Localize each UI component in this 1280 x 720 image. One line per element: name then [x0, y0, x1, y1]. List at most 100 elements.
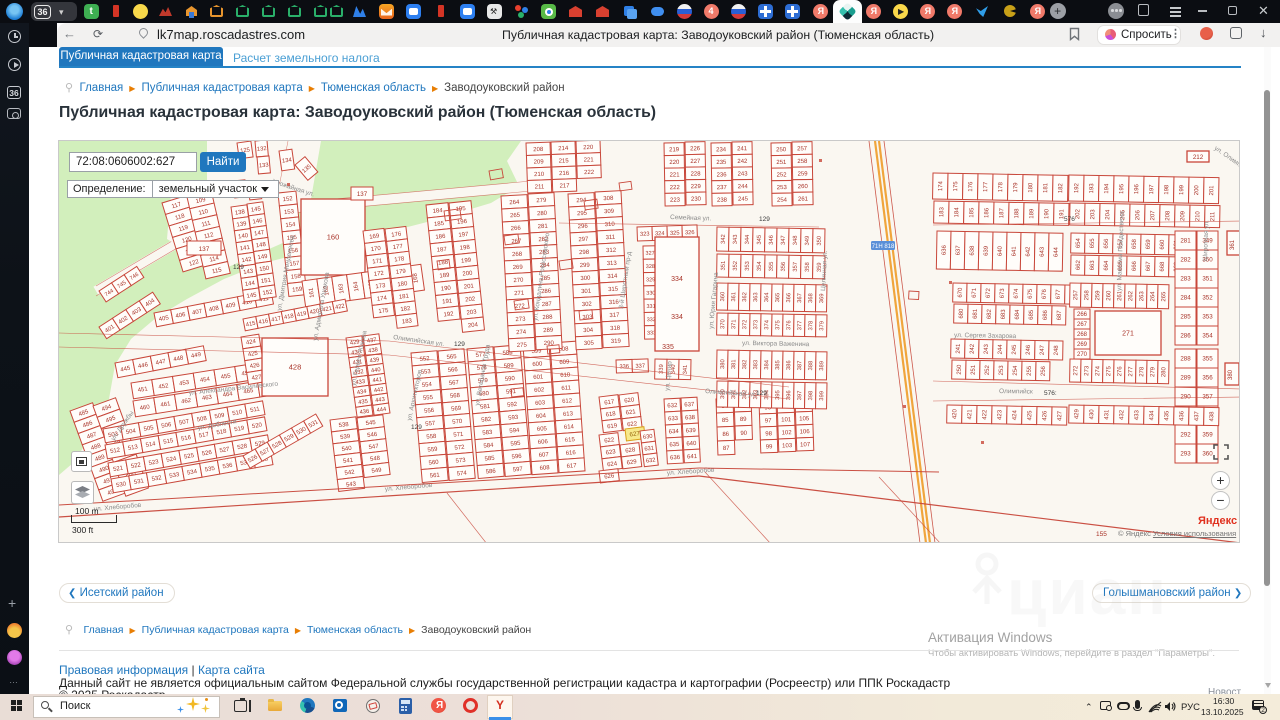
svg-text:355: 355	[1202, 356, 1213, 363]
svg-text:639: 639	[686, 428, 697, 435]
svg-text:286: 286	[1180, 333, 1191, 340]
svg-text:200: 200	[462, 271, 473, 278]
svg-text:420: 420	[952, 408, 958, 419]
svg-text:252: 252	[985, 364, 991, 375]
svg-text:202: 202	[1075, 208, 1081, 219]
svg-text:243: 243	[738, 171, 749, 177]
svg-text:367: 367	[797, 293, 803, 303]
svg-text:434: 434	[1149, 410, 1155, 421]
svg-text:204: 204	[468, 322, 479, 329]
svg-text:615: 615	[565, 437, 576, 444]
svg-text:273: 273	[1084, 365, 1090, 376]
svg-text:184: 184	[954, 207, 960, 218]
svg-text:343: 343	[733, 234, 739, 244]
svg-text:347: 347	[781, 235, 787, 245]
svg-text:252: 252	[777, 172, 788, 178]
svg-text:285: 285	[1180, 314, 1191, 321]
svg-text:281: 281	[1180, 238, 1191, 245]
svg-text:637: 637	[956, 245, 962, 256]
svg-text:362: 362	[742, 292, 748, 302]
svg-text:265: 265	[1161, 291, 1167, 302]
svg-text:211: 211	[535, 184, 545, 190]
svg-text:266: 266	[1077, 312, 1088, 318]
svg-text:376: 376	[786, 320, 792, 330]
svg-text:582: 582	[481, 417, 492, 424]
svg-text:303: 303	[582, 315, 593, 322]
svg-text:186: 186	[984, 207, 990, 218]
svg-text:605: 605	[537, 426, 548, 433]
svg-text:361: 361	[1230, 239, 1236, 250]
svg-text:370: 370	[720, 319, 726, 329]
svg-text:686: 686	[1043, 309, 1049, 320]
svg-text:637: 637	[684, 402, 695, 409]
svg-text:220: 220	[583, 145, 594, 151]
svg-text:241: 241	[737, 146, 748, 152]
svg-text:87: 87	[723, 446, 731, 452]
svg-text:102: 102	[782, 430, 793, 436]
svg-text:429: 429	[1074, 408, 1080, 419]
svg-text:210: 210	[1195, 211, 1201, 222]
svg-text:432: 432	[1119, 409, 1125, 420]
svg-text:265: 265	[510, 213, 521, 220]
svg-text:352: 352	[733, 261, 739, 271]
svg-text:301: 301	[581, 289, 592, 296]
svg-text:554: 554	[422, 382, 433, 389]
svg-text:281: 281	[538, 224, 549, 231]
svg-text:355: 355	[769, 262, 775, 272]
svg-text:277: 277	[1128, 366, 1134, 377]
svg-text:227: 227	[690, 159, 701, 165]
svg-text:276: 276	[1117, 366, 1123, 377]
svg-text:244: 244	[738, 184, 749, 190]
svg-text:354: 354	[1202, 333, 1213, 340]
svg-text:137: 137	[357, 191, 368, 198]
svg-text:389: 389	[819, 361, 825, 371]
svg-text:199: 199	[1179, 184, 1185, 195]
svg-text:430: 430	[1089, 409, 1095, 420]
svg-text:152: 152	[282, 196, 293, 203]
svg-text:644: 644	[1054, 246, 1060, 257]
svg-text:638: 638	[685, 415, 696, 422]
svg-text:397: 397	[797, 391, 803, 401]
svg-text:201: 201	[1209, 185, 1215, 196]
svg-text:101: 101	[781, 417, 792, 423]
svg-text:242: 242	[970, 343, 976, 354]
svg-text:186: 186	[435, 234, 446, 241]
svg-text:155: 155	[1096, 531, 1107, 538]
svg-text:107: 107	[800, 442, 811, 448]
svg-text:190: 190	[441, 286, 452, 293]
svg-text:433: 433	[1134, 409, 1140, 420]
svg-text:356: 356	[1202, 375, 1213, 382]
svg-text:371: 371	[731, 319, 737, 329]
svg-text:310: 310	[605, 222, 616, 229]
svg-text:97: 97	[765, 418, 773, 424]
svg-text:279: 279	[1150, 366, 1156, 377]
svg-text:106: 106	[800, 429, 811, 435]
svg-text:569: 569	[451, 406, 462, 413]
svg-text:158: 158	[291, 274, 302, 281]
svg-text:203: 203	[1090, 209, 1096, 220]
svg-text:656: 656	[1104, 238, 1110, 249]
svg-text:308: 308	[603, 196, 614, 203]
svg-text:331: 331	[646, 304, 655, 310]
svg-text:633: 633	[668, 416, 679, 423]
svg-text:344: 344	[745, 234, 751, 245]
svg-text:379: 379	[819, 321, 825, 331]
svg-text:630: 630	[643, 434, 653, 441]
svg-text:262: 262	[1128, 290, 1134, 301]
svg-text:159: 159	[292, 287, 303, 294]
svg-text:387: 387	[797, 361, 803, 371]
svg-text:296: 296	[578, 224, 589, 231]
svg-text:89: 89	[740, 417, 748, 423]
svg-text:254: 254	[1013, 365, 1019, 376]
svg-text:352: 352	[1202, 295, 1213, 302]
svg-text:300: 300	[580, 276, 591, 283]
svg-text:209: 209	[534, 159, 545, 165]
svg-text:247: 247	[1040, 344, 1046, 355]
svg-text:275: 275	[517, 343, 528, 350]
svg-text:677: 677	[1056, 289, 1062, 300]
svg-text:221: 221	[670, 172, 681, 178]
svg-text:571: 571	[453, 432, 464, 439]
svg-text:195: 195	[1119, 183, 1125, 194]
svg-text:199: 199	[461, 258, 472, 265]
svg-text:259: 259	[798, 171, 809, 177]
